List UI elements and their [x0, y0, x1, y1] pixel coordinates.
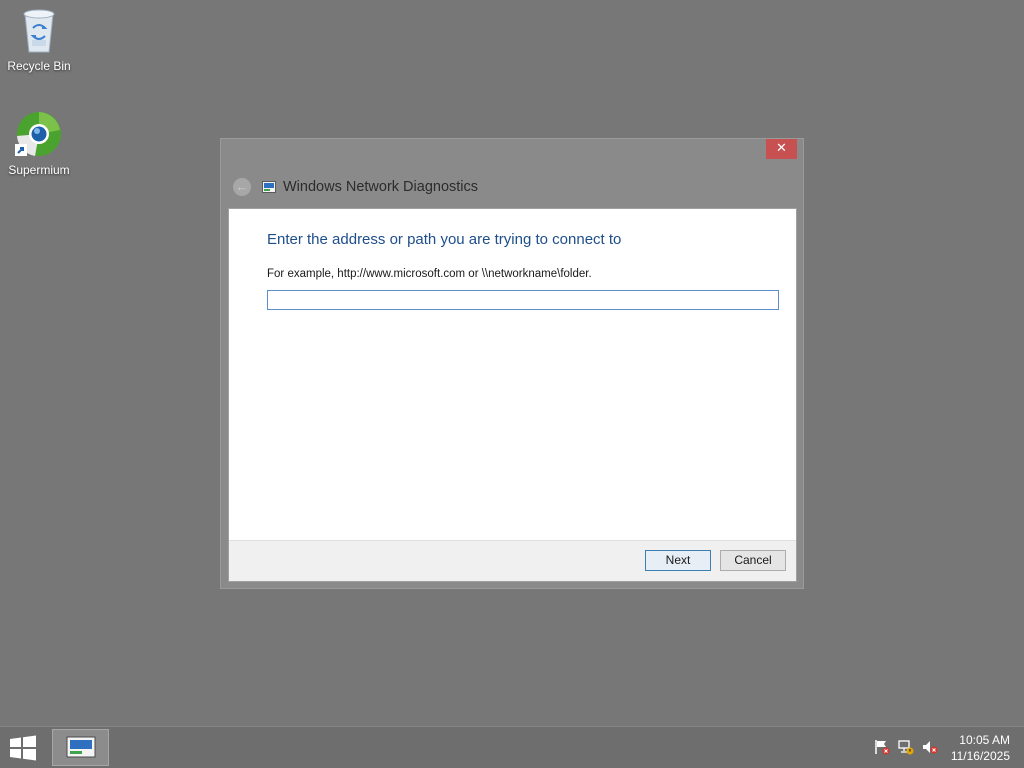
action-center-flag-icon[interactable] — [874, 739, 890, 755]
desktop-icon-recycle-bin[interactable]: Recycle Bin — [1, 6, 77, 73]
clock-date: 11/16/2025 — [950, 749, 1010, 763]
desktop-icon-supermium[interactable]: Supermium — [1, 110, 77, 177]
network-icon[interactable] — [898, 739, 914, 755]
network-diagnostics-icon — [262, 181, 276, 193]
close-icon: ✕ — [776, 141, 787, 156]
back-arrow-icon[interactable]: ← — [233, 178, 251, 196]
example-hint: For example, http://www.microsoft.com or… — [267, 268, 592, 280]
network-diagnostics-icon — [66, 736, 96, 758]
dialog-title: Windows Network Diagnostics — [283, 179, 479, 195]
supermium-label: Supermium — [8, 163, 70, 177]
system-clock[interactable]: 10:05 AM 11/16/2025 — [951, 732, 1010, 764]
recycle-bin-label: Recycle Bin — [7, 59, 71, 73]
address-input[interactable] — [267, 290, 779, 310]
cancel-button[interactable]: Cancel — [720, 550, 786, 571]
page-heading: Enter the address or path you are trying… — [267, 231, 622, 248]
dialog-content: Enter the address or path you are trying… — [228, 208, 797, 582]
next-button[interactable]: Next — [645, 550, 711, 571]
close-button[interactable]: ✕ — [766, 139, 797, 159]
network-diagnostics-dialog: ✕ ← Windows Network Diagnostics Enter th… — [220, 138, 804, 589]
taskbar-app-network-diagnostics[interactable] — [52, 729, 109, 766]
windows-start-icon[interactable] — [8, 735, 38, 761]
taskbar: 10:05 AM 11/16/2025 — [0, 726, 1024, 768]
supermium-browser-icon — [15, 112, 61, 156]
dialog-footer: Next Cancel — [229, 540, 796, 581]
volume-muted-icon[interactable] — [922, 739, 938, 755]
recycle-bin-icon — [23, 9, 55, 53]
dialog-title-bar: ← Windows Network Diagnostics — [233, 177, 478, 197]
clock-time: 10:05 AM — [959, 733, 1010, 747]
